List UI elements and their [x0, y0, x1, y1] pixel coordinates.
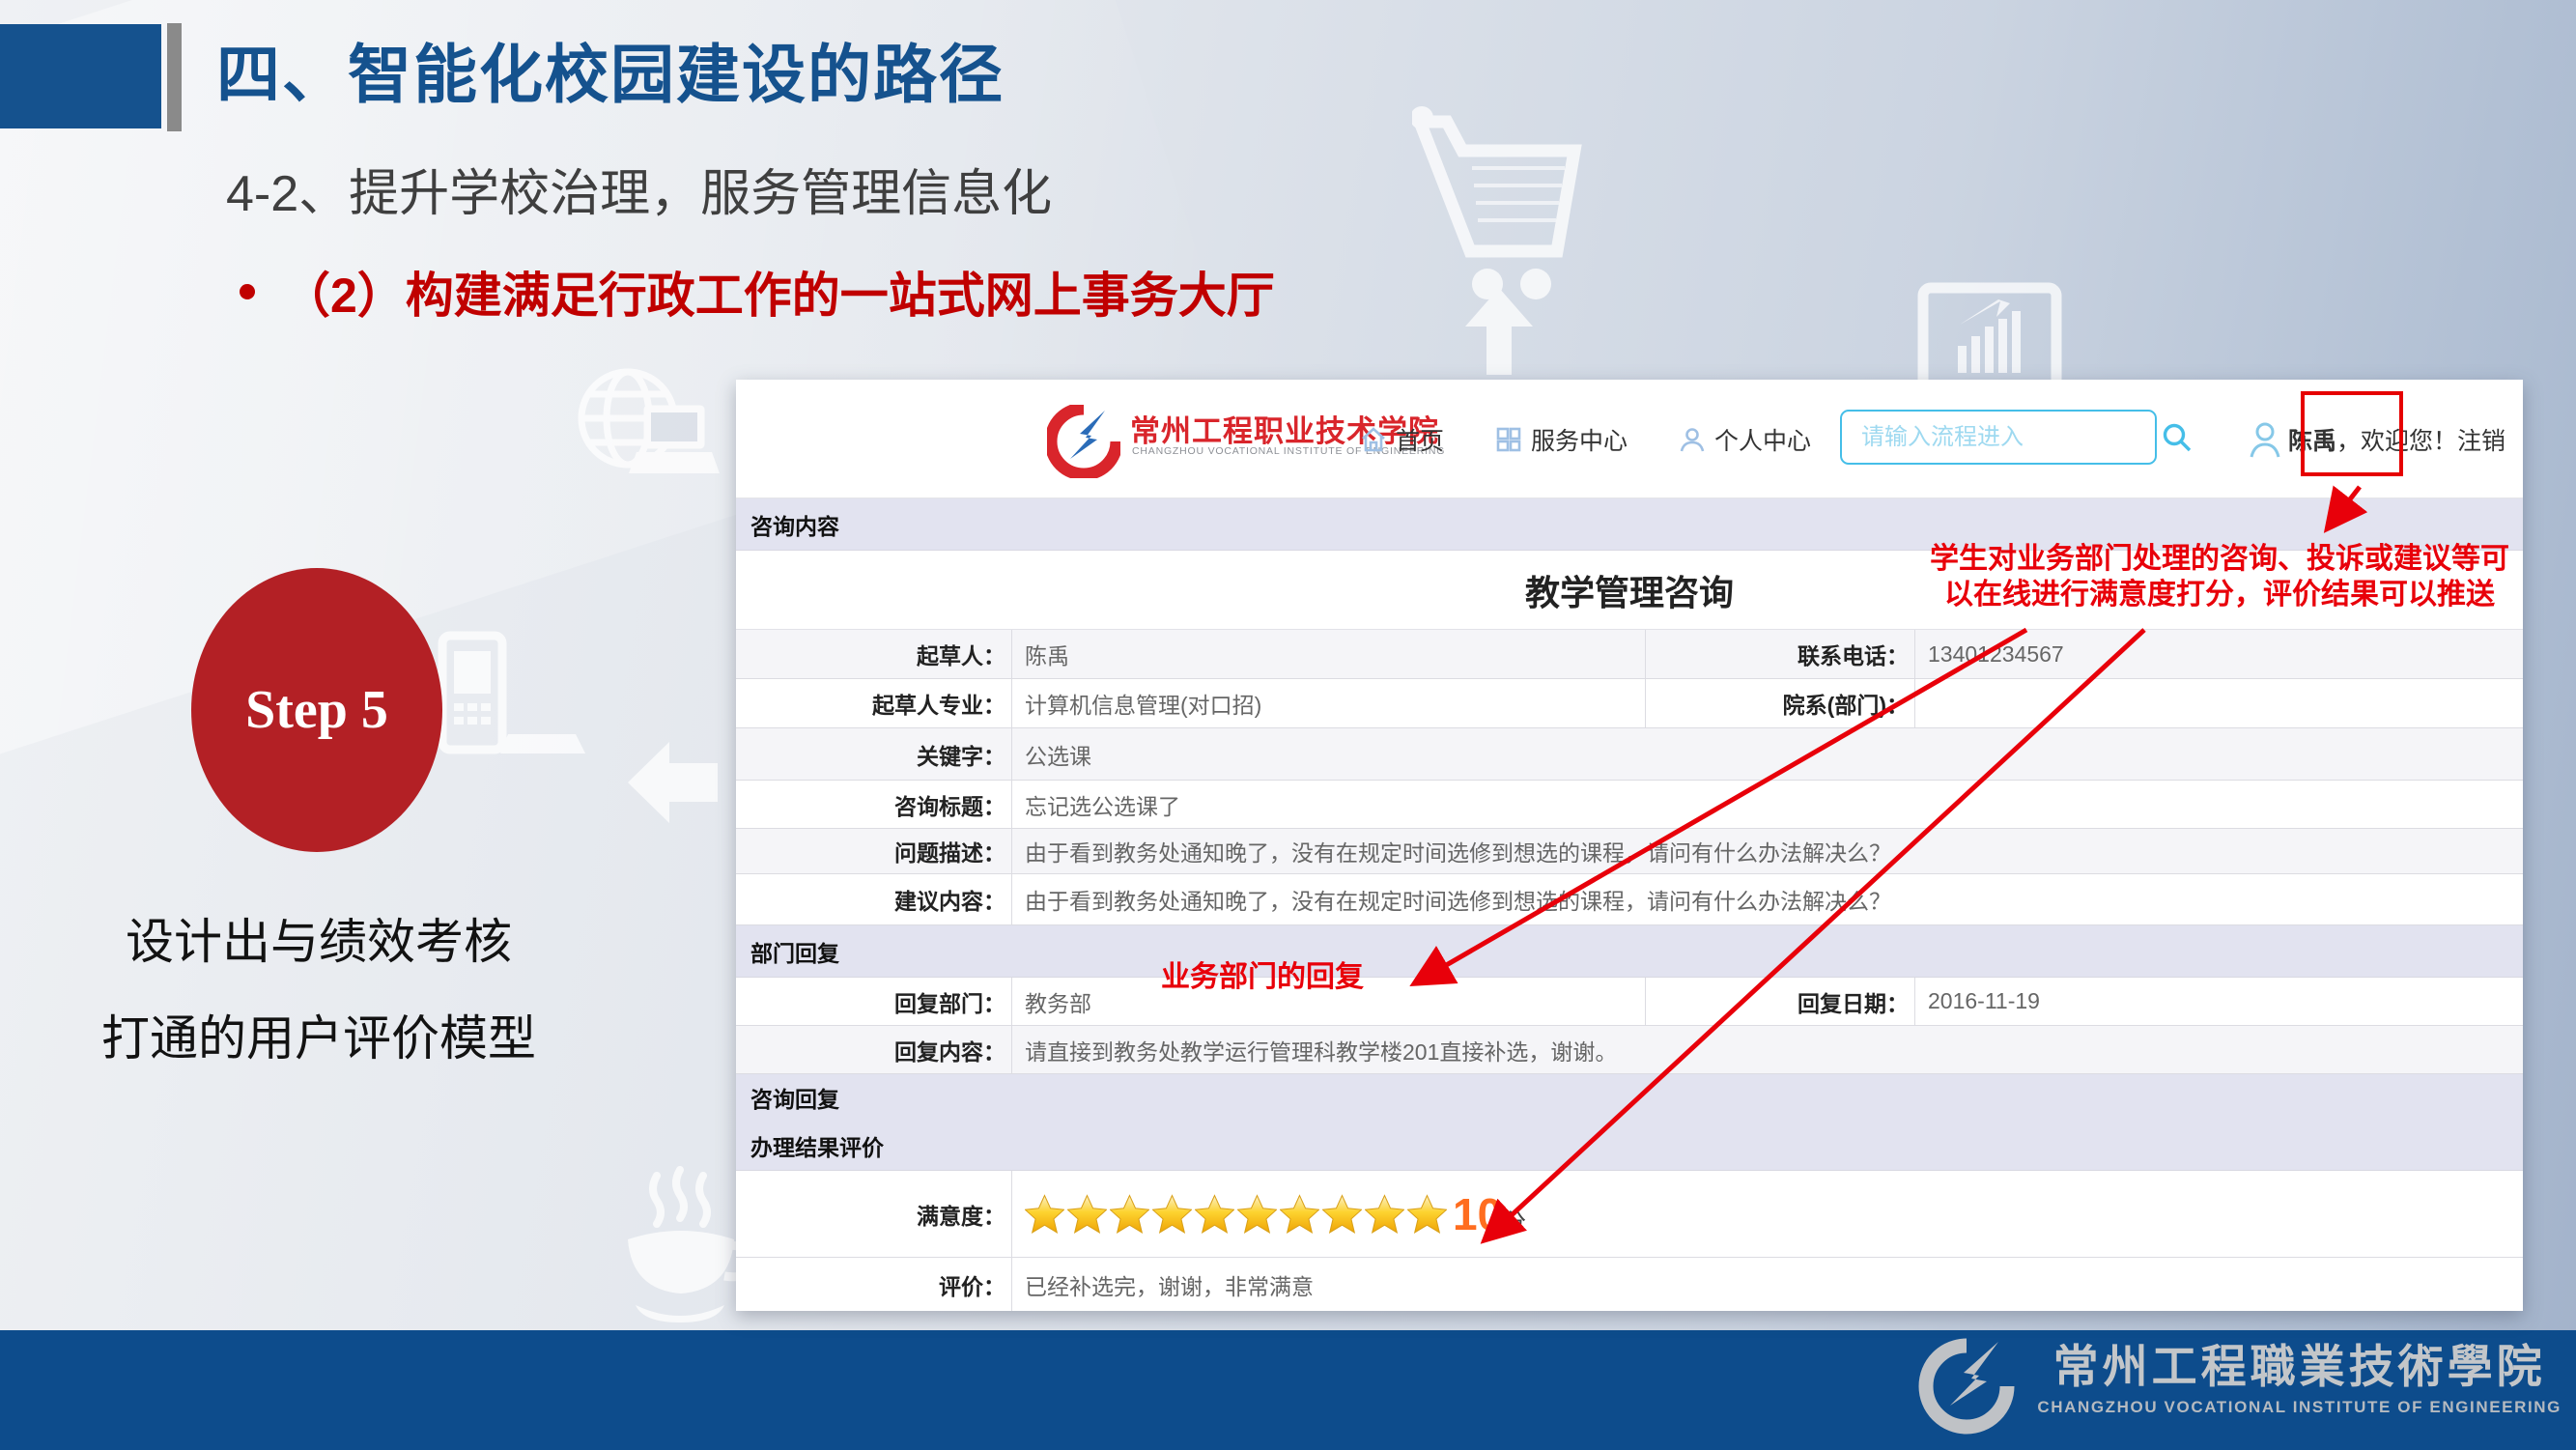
- bullet-dot-icon: [240, 284, 255, 299]
- title-accent-block: [0, 24, 161, 128]
- search-box[interactable]: [1840, 410, 2157, 465]
- rating-score: 10: [1453, 1188, 1502, 1240]
- phone-icon: [433, 630, 587, 775]
- star-icon[interactable]: [1365, 1194, 1404, 1234]
- nav-item-label: 个人中心: [1714, 422, 1811, 457]
- section-label: 部门回复: [750, 935, 839, 968]
- slide-bullet: （2）构建满足行政工作的一站式网上事务大厅: [240, 257, 1275, 327]
- footer-school-name: 常州工程職業技術學院: [2037, 1338, 2562, 1398]
- slide-subtitle: 4-2、提升学校治理，服务管理信息化: [226, 153, 1052, 225]
- bullet-text: （2）构建满足行政工作的一站式网上事务大厅: [282, 257, 1275, 327]
- form-row-reply-content: 回复内容： 请直接到教务处教学运行管理科教学楼201直接补选，谢谢。: [736, 1026, 2523, 1074]
- form-row-major: 起草人专业： 计算机信息管理(对口招) 院系(部门)：: [736, 679, 2523, 728]
- footer-logo-icon: [1913, 1338, 2020, 1435]
- section-label: 咨询内容: [750, 508, 839, 541]
- slide-title: 四、智能化校园建设的路径: [216, 23, 1005, 116]
- section-label: 咨询回复: [750, 1081, 839, 1114]
- search-icon[interactable]: [2161, 421, 2194, 454]
- nav-item-personal-center[interactable]: 个人中心: [1678, 422, 1811, 457]
- form-row-drafter: 起草人： 陈禹 联系电话： 13401234567: [736, 630, 2523, 679]
- home-icon: [1359, 425, 1388, 454]
- star-icon[interactable]: [1195, 1194, 1234, 1234]
- section-label: 办理结果评价: [750, 1129, 884, 1162]
- globe-laptop-icon: [575, 365, 720, 486]
- star-rating[interactable]: [1025, 1194, 1447, 1234]
- star-icon[interactable]: [1322, 1194, 1362, 1234]
- user-highlight-box: [2301, 391, 2403, 476]
- form-row-evaluation: 评价： 已经补选完，谢谢，非常满意: [736, 1258, 2523, 1311]
- nav-item-label: 服务中心: [1531, 422, 1628, 457]
- portal-logo-icon[interactable]: [1047, 405, 1120, 478]
- arrow-left-icon: [626, 734, 722, 831]
- nav-item-service-center[interactable]: 服务中心: [1494, 422, 1628, 457]
- nav-item-home[interactable]: 首页: [1359, 422, 1444, 457]
- star-icon[interactable]: [1067, 1194, 1107, 1234]
- section-dept-reply: 部门回复: [736, 925, 2523, 978]
- section-result-eval: 办理结果评价: [736, 1121, 2523, 1171]
- star-icon[interactable]: [1110, 1194, 1149, 1234]
- step-caption-line1: 设计出与绩效考核: [29, 894, 609, 990]
- form-row-keyword: 关键字： 公选课: [736, 728, 2523, 781]
- footer-logo: 常州工程職業技術學院 CHANGZHOU VOCATIONAL INSTITUT…: [1913, 1338, 2562, 1435]
- section-consult-reply: 咨询回复: [736, 1074, 2523, 1121]
- star-icon[interactable]: [1407, 1194, 1447, 1234]
- annotation-satisfaction-note: 学生对业务部门处理的咨询、投诉或建议等可 以在线进行满意度打分，评价结果可以推送: [1924, 541, 2515, 612]
- search-input[interactable]: [1842, 424, 2161, 451]
- step-caption-line2: 打通的用户评价模型: [29, 990, 609, 1087]
- nav-item-label: 首页: [1396, 422, 1444, 457]
- footer-school-name-en: CHANGZHOU VOCATIONAL INSTITUTE OF ENGINE…: [2037, 1398, 2562, 1417]
- portal-header: 常州工程职业技术学院 CHANGZHOU VOCATIONAL INSTITUT…: [736, 380, 2523, 498]
- footer-bar: 常州工程職業技術學院 CHANGZHOU VOCATIONAL INSTITUT…: [0, 1330, 2576, 1450]
- slide-canvas: 四、智能化校园建设的路径 4-2、提升学校治理，服务管理信息化 （2）构建满足行…: [0, 0, 2576, 1450]
- annotation-dept-reply-note: 业务部门的回复: [1161, 952, 1364, 995]
- person-icon: [1678, 425, 1707, 454]
- star-icon[interactable]: [1025, 1194, 1064, 1234]
- portal-screenshot: 常州工程职业技术学院 CHANGZHOU VOCATIONAL INSTITUT…: [736, 380, 2523, 1311]
- grid-icon: [1494, 425, 1523, 454]
- star-icon[interactable]: [1237, 1194, 1277, 1234]
- shopping-cart-icon: [1412, 104, 1586, 384]
- user-avatar-icon: [2250, 421, 2280, 458]
- form-row-suggestion: 建议内容： 由于看到教务处通知晚了，没有在规定时间选修到想选的课程，请问有什么办…: [736, 874, 2523, 925]
- form-row-problem: 问题描述： 由于看到教务处通知晚了，没有在规定时间选修到想选的课程，请问有什么办…: [736, 829, 2523, 874]
- step-badge: Step 5: [191, 568, 442, 852]
- form-row-satisfaction: 满意度： 10 分: [736, 1171, 2523, 1258]
- step-caption: 设计出与绩效考核 打通的用户评价模型: [29, 894, 609, 1087]
- form-row-reply-dept: 回复部门： 教务部 回复日期： 2016-11-19: [736, 978, 2523, 1026]
- portal-nav: 首页 服务中心 个人中心: [1359, 380, 1811, 498]
- star-icon[interactable]: [1280, 1194, 1319, 1234]
- rating-unit: 分: [1502, 1204, 1526, 1238]
- title-accent-bar: [167, 23, 182, 131]
- form-row-consult-title: 咨询标题： 忘记选公选课了: [736, 781, 2523, 829]
- step-badge-label: Step 5: [245, 679, 388, 741]
- star-icon[interactable]: [1152, 1194, 1192, 1234]
